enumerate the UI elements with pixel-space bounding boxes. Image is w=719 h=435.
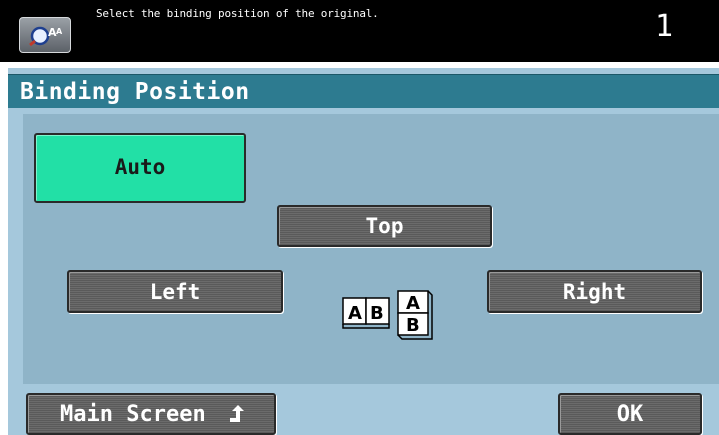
right-button-label: Right: [562, 279, 627, 304]
svg-text:B: B: [406, 315, 420, 336]
binding-panel: Binding Position: [8, 68, 719, 435]
magnifier-pen-icon[interactable]: A A: [19, 17, 71, 53]
auto-button-label: Auto: [114, 155, 166, 179]
instruction-text: Select the binding position of the origi…: [96, 7, 379, 20]
copy-count: 1: [654, 9, 673, 44]
title-bar: Binding Position: [8, 74, 719, 108]
svg-text:A: A: [406, 293, 420, 314]
svg-text:A: A: [56, 27, 63, 36]
left-button-label: Left: [149, 279, 201, 304]
top-button-label: Top: [365, 214, 404, 238]
binding-illustration-icon: A B A B: [342, 290, 433, 340]
message-bar: A A Select the binding position of the o…: [0, 0, 719, 62]
top-button[interactable]: Top: [277, 205, 492, 247]
ok-button[interactable]: OK: [558, 393, 702, 435]
top-binding-book-icon: A B: [397, 290, 433, 340]
left-button[interactable]: Left: [67, 270, 283, 313]
return-arrow-icon: [229, 405, 244, 422]
page-title: Binding Position: [20, 79, 250, 105]
left-binding-book-icon: A B: [342, 297, 390, 329]
svg-text:A: A: [348, 303, 362, 324]
main-screen-label: Main Screen: [60, 401, 206, 427]
ok-button-label: OK: [616, 401, 644, 427]
svg-text:B: B: [370, 303, 384, 324]
auto-button[interactable]: Auto: [34, 133, 246, 203]
right-button[interactable]: Right: [487, 270, 702, 313]
main-screen-button[interactable]: Main Screen: [26, 393, 276, 435]
